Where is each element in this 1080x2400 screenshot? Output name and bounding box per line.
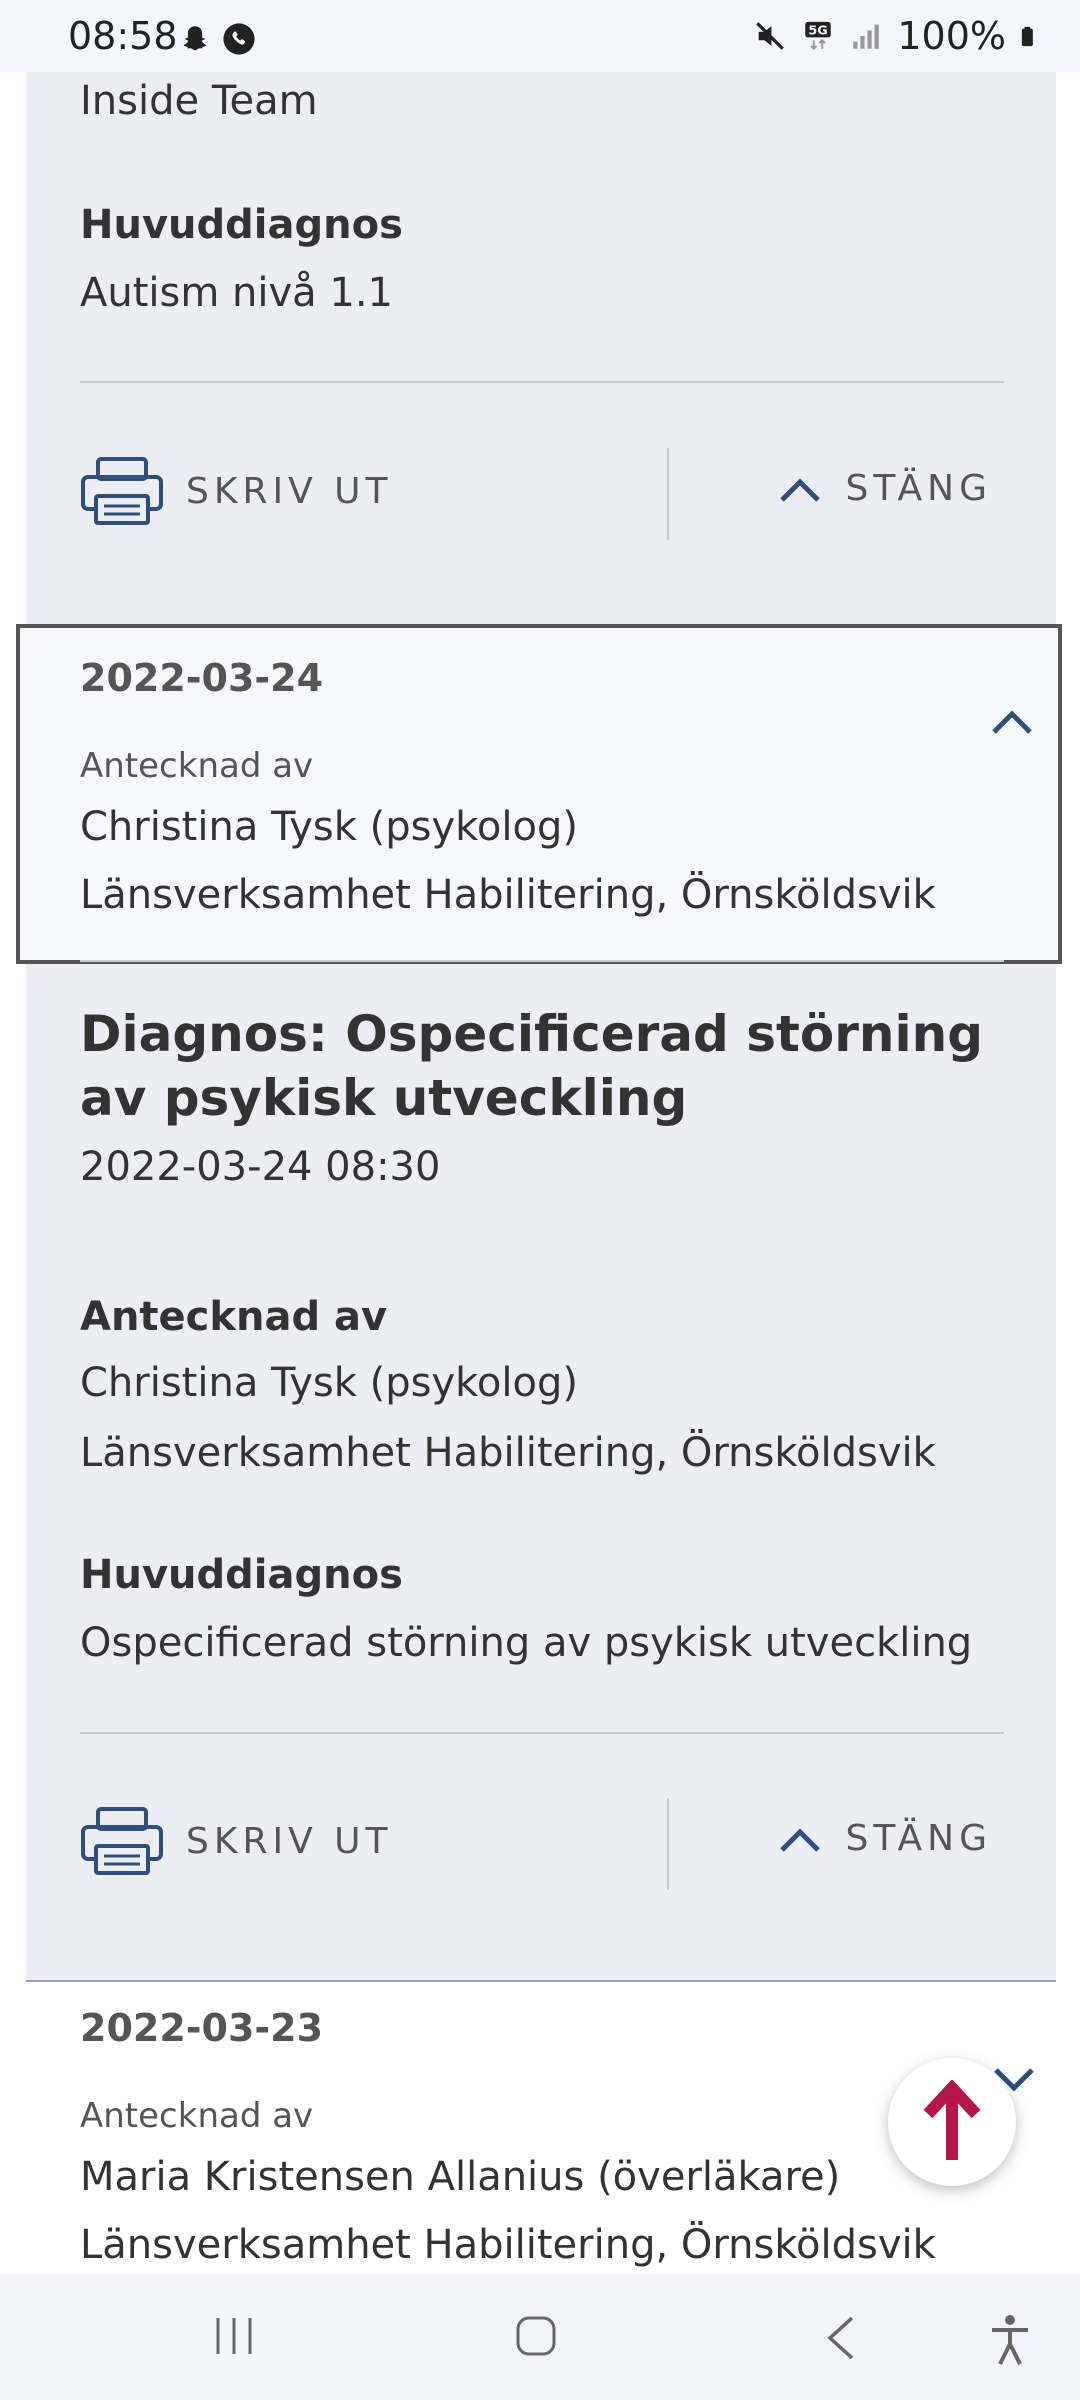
card-date[interactable]: 2022-03-23 [80,2006,323,2050]
printer-icon [81,1807,163,1875]
chevron-up-icon[interactable] [990,706,1034,736]
phone-icon [223,23,255,55]
home-icon[interactable] [514,2314,558,2358]
divider [80,960,1004,962]
signal-icon [853,24,880,49]
print-label: SKRIV UT [186,470,393,512]
huvuddiagnos-value: Ospecificerad störning av psykisk utveck… [80,1620,973,1666]
card-date: 2022-03-24 [80,656,324,700]
back-icon[interactable] [822,2314,858,2362]
mute-icon [756,22,785,50]
snapchat-icon [183,26,207,51]
journal-card-previous [26,72,1056,624]
print-button[interactable]: SKRIV UT [80,456,393,526]
5g-icon: 5G [805,21,832,51]
huvuddiagnos-label: Huvuddiagnos [80,202,403,248]
divider [80,1732,1004,1734]
arrow-up-icon [923,2080,981,2160]
print-label: SKRIV UT [186,1820,393,1862]
action-separator [667,448,669,540]
close-button[interactable]: STÄNG [778,1818,993,1859]
battery-icon [1021,26,1033,47]
entry-datetime: 2022-03-24 08:30 [80,1144,441,1190]
huvuddiagnos-value: Autism nivå 1.1 [80,270,394,316]
noted-by-unit: Länsverksamhet Habilitering, Örnsköldsvi… [80,2222,936,2268]
print-button[interactable]: SKRIV UT [80,1806,393,1876]
scroll-to-top-button[interactable] [888,2058,1016,2186]
accessibility-icon[interactable] [988,2314,1032,2366]
noted-by-label: Antecknad av [80,746,314,786]
card-border [26,1980,1056,1982]
system-navigation-bar [0,2274,1080,2400]
noted-by-label: Antecknad av [80,2096,314,2136]
recent-apps-icon[interactable] [212,2314,256,2358]
chevron-up-icon [779,1827,820,1852]
status-time: 08:58 [68,14,178,58]
huvuddiagnos-label: Huvuddiagnos [80,1552,403,1598]
antecknad-name: Christina Tysk (psykolog) [80,1360,578,1406]
antecknad-label: Antecknad av [80,1294,388,1340]
noted-by-name: Maria Kristensen Allanius (överläkare) [80,2154,841,2200]
close-label: STÄNG [845,1818,992,1859]
divider [80,381,1004,383]
close-button[interactable]: STÄNG [778,468,993,509]
entry-title: Diagnos: Ospecificerad störning av psyki… [80,1005,984,1127]
card-tail-text: Inside Team [80,78,318,124]
action-separator [667,1798,669,1890]
close-label: STÄNG [845,468,992,509]
chevron-up-icon [779,477,820,502]
noted-by-unit: Länsverksamhet Habilitering, Örnsköldsvi… [80,872,936,918]
antecknad-unit: Länsverksamhet Habilitering, Örnsköldsvi… [80,1430,936,1476]
svg-text:5G: 5G [809,24,828,39]
status-bar: 08:58 5G 100% [0,0,1080,72]
noted-by-name: Christina Tysk (psykolog) [80,804,578,850]
printer-icon [81,457,163,525]
battery-percent: 100% [897,14,1006,58]
